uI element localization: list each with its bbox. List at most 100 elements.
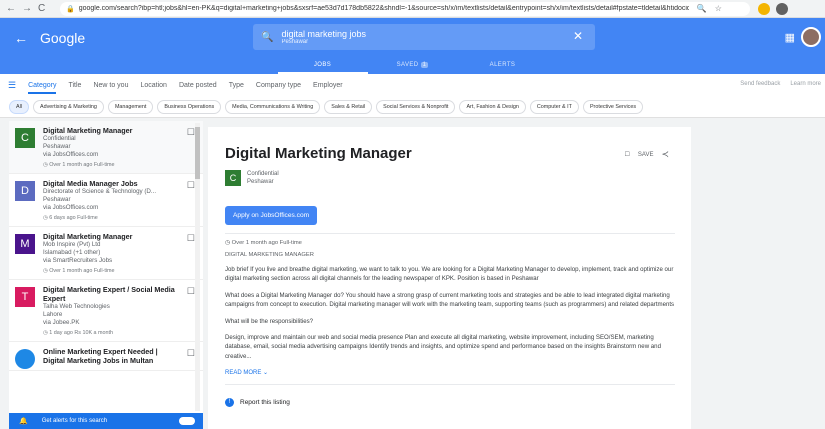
chip-advertising[interactable]: Advertising & Marketing [33, 99, 104, 114]
description-paragraph: Design, improve and maintain our web and… [225, 334, 661, 360]
google-logo[interactable]: Google [40, 30, 85, 46]
job-title: Online Marketing Expert Needed | Digital… [43, 347, 158, 365]
reload-icon[interactable]: C [38, 3, 45, 14]
alerts-label: Get alerts for this search [41, 418, 108, 424]
filter-icon[interactable]: ☰ [8, 80, 16, 91]
list-item[interactable]: C Digital Marketing Manager Confidential… [9, 121, 203, 174]
zoom-icon[interactable]: 🔍 [697, 4, 707, 13]
alerts-toggle[interactable] [179, 417, 195, 425]
filter-new-to-you[interactable]: New to you [93, 82, 128, 89]
chip-sales[interactable]: Sales & Retail [324, 99, 373, 114]
job-title: Digital Marketing Manager [43, 232, 133, 241]
detail-heading: DIGITAL MARKETING MANAGER [225, 252, 314, 258]
alerts-bar[interactable]: 🔔 Get alerts for this search [9, 413, 203, 429]
filter-date-posted[interactable]: Date posted [179, 82, 217, 89]
read-more-link[interactable]: READ MORE ⌄ [225, 369, 675, 376]
filter-type[interactable]: Type [229, 82, 244, 89]
back-icon[interactable]: ← [14, 30, 28, 46]
bookmark-icon[interactable]: ☐ [187, 180, 195, 191]
forward-arrow-icon[interactable]: → [22, 3, 32, 14]
star-icon[interactable]: ☆ [715, 4, 722, 13]
send-feedback-link[interactable]: Send feedback [740, 81, 780, 87]
share-icon[interactable]: ≺ [661, 149, 669, 160]
extensions [758, 2, 788, 15]
job-meta: ◷ 6 days ago Full-time [43, 215, 98, 221]
job-source: via JobsOffices.com [43, 151, 99, 158]
chip-art[interactable]: Art, Fashion & Design [459, 99, 526, 114]
chip-computer-it[interactable]: Computer & IT [529, 99, 579, 114]
search-query[interactable]: digital marketing jobs [281, 29, 366, 39]
saved-count-badge: 1 [420, 62, 429, 68]
company-logo: M [15, 234, 35, 254]
bell-icon: 🔔 [19, 418, 28, 425]
list-item[interactable]: M Digital Marketing Manager Mob Inspire … [9, 227, 203, 280]
chip-social-services[interactable]: Social Services & Nonprofit [376, 99, 456, 114]
chip-media[interactable]: Media, Communications & Writing [225, 99, 321, 114]
save-button[interactable]: SAVE [638, 152, 654, 158]
chip-business-operations[interactable]: Business Operations [157, 99, 222, 114]
scrollbar-thumb[interactable] [195, 127, 200, 179]
report-label: Report this listing [240, 399, 290, 407]
search-box[interactable]: 🔍 digital marketing jobs Peshawar ✕ [253, 24, 595, 50]
report-listing[interactable]: ! Report this listing [225, 398, 675, 408]
tab-alerts[interactable]: ALERTS [458, 58, 548, 74]
divider [225, 384, 675, 386]
company-logo: D [15, 181, 35, 201]
list-item[interactable]: Online Marketing Expert Needed | Digital… [9, 342, 203, 371]
apply-button[interactable]: Apply on JobsOffices.com [225, 206, 318, 225]
detail-location: Peshawar [247, 179, 274, 185]
browser-bar: ← → C 🔒 google.com/search?ibp=htl;jobs&h… [0, 0, 825, 18]
close-icon[interactable]: ✕ [573, 29, 583, 43]
job-source: via Jobee.PK [43, 319, 80, 326]
company-logo: C [15, 128, 35, 148]
job-title: Digital Marketing Manager [43, 126, 133, 135]
list-item[interactable]: D Digital Media Manager Jobs Directorate… [9, 174, 203, 227]
bookmark-icon[interactable]: ☐ [187, 286, 195, 297]
description-paragraph: What does a Digital Marketing Manager do… [225, 291, 675, 309]
tab-saved[interactable]: SAVED 1 [368, 58, 458, 74]
save-bookmark-icon[interactable]: ☐ [625, 151, 630, 158]
back-arrow-icon[interactable]: ← [6, 3, 16, 14]
apps-grid-icon[interactable]: ▦ [785, 31, 795, 44]
profile-icon[interactable] [776, 2, 788, 15]
job-location: Lahore [43, 311, 63, 318]
filter-company-type[interactable]: Company type [256, 82, 301, 89]
filter-employer[interactable]: Employer [313, 82, 343, 89]
job-company: Directorate of Science & Technology (D..… [43, 188, 157, 195]
filter-category[interactable]: Category [28, 82, 57, 94]
chip-protective-services[interactable]: Protective Services [582, 99, 644, 114]
list-scrollbar[interactable] [195, 123, 200, 411]
filter-title[interactable]: Title [68, 82, 81, 89]
feedback-links: Send feedback Learn more [740, 81, 821, 87]
detail-title: Digital Marketing Manager [225, 145, 412, 162]
detail-meta: ◷ Over 1 month ago Full-time [225, 240, 302, 246]
job-title: Digital Marketing Expert / Social Media … [43, 285, 175, 303]
category-chips: All Advertising & Marketing Management B… [0, 96, 825, 118]
description-paragraph: What will be the responsibilities? [225, 317, 314, 325]
google-header: ← Google 🔍 digital marketing jobs Peshaw… [0, 18, 825, 58]
avatar[interactable] [801, 27, 821, 47]
detail-company: C Confidential Peshawar [225, 170, 675, 186]
learn-more-link[interactable]: Learn more [790, 81, 821, 87]
bookmark-icon[interactable]: ☐ [187, 127, 195, 138]
job-source: via SmartRecruiters Jobs [43, 257, 113, 264]
filter-bar: ☰ Category Title New to you Location Dat… [0, 74, 825, 96]
list-item[interactable]: T Digital Marketing Expert / Social Medi… [9, 280, 203, 342]
bookmark-icon[interactable]: ☐ [187, 233, 195, 244]
chip-management[interactable]: Management [107, 99, 154, 114]
address-bar[interactable]: 🔒 google.com/search?ibp=htl;jobs&hl=en-P… [60, 1, 750, 16]
browser-nav: ← → C [0, 3, 60, 14]
job-list: C Digital Marketing Manager Confidential… [9, 121, 203, 413]
filter-location[interactable]: Location [140, 82, 166, 89]
job-company: Confidential [43, 135, 76, 142]
extension-icon[interactable] [758, 2, 770, 15]
divider [225, 233, 675, 234]
url-text[interactable]: google.com/search?ibp=htl;jobs&hl=en-PK&… [79, 5, 689, 12]
chip-all[interactable]: All [9, 99, 29, 114]
job-company: Mob Inspire (Pvt) Ltd [43, 241, 101, 248]
tab-jobs[interactable]: JOBS [277, 58, 368, 74]
job-detail: Digital Marketing Manager ☐ SAVE ≺ C Con… [208, 127, 691, 429]
job-meta: ◷ 1 day ago Rs 10K a month [43, 330, 114, 336]
job-company: Talha Web Technologies [43, 303, 110, 310]
bookmark-icon[interactable]: ☐ [187, 348, 195, 359]
